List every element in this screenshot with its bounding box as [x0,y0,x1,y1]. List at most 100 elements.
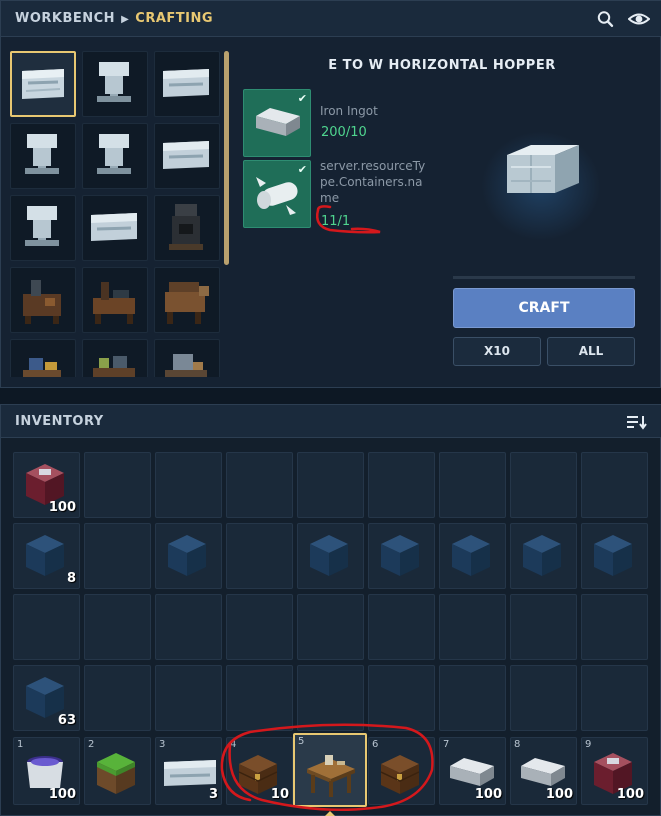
recipe-slot[interactable] [82,267,148,333]
blue-block-icon [452,535,490,576]
inventory-slot[interactable] [84,523,151,589]
inventory-slot[interactable] [13,594,80,660]
recipe-slot[interactable] [154,195,220,261]
hotbar-slot-5[interactable]: 5 [293,733,367,807]
hotbar-slot-6[interactable]: 6 [368,737,435,805]
inventory-slot[interactable] [368,523,435,589]
hopper-horizontal-icon [91,213,137,241]
hotbar-slot-3[interactable]: 3 3 [155,737,222,805]
slot-number: 5 [298,736,305,747]
recipe-slot[interactable] [82,123,148,189]
recipe-slot[interactable] [10,267,76,333]
inventory-slot[interactable] [439,523,506,589]
blue-block-icon [168,535,206,576]
recipe-slot[interactable] [154,339,220,377]
hotbar-slot-9[interactable]: 9 100 [581,737,648,805]
search-icon[interactable] [596,10,616,28]
inventory-slot[interactable] [297,452,364,518]
hotbar-slot-8[interactable]: 8 100 [510,737,577,805]
inventory-slot[interactable]: 63 [13,665,80,731]
inventory-slot[interactable] [155,452,222,518]
hotbar-slot-7[interactable]: 7 100 [439,737,506,805]
inventory-slot[interactable] [226,452,293,518]
inventory-slot[interactable]: 8 [13,523,80,589]
inventory-slot[interactable] [297,523,364,589]
inventory-slot[interactable] [84,594,151,660]
crafting-panel: WORKBENCH ▶ CRAFTING E TO W HORIZONTAL H… [0,0,661,388]
blue-block-icon [381,535,419,576]
breadcrumb-root[interactable]: WORKBENCH [15,11,115,26]
inventory-slot[interactable] [297,665,364,731]
breadcrumb: WORKBENCH ▶ CRAFTING [15,11,213,26]
inventory-slot[interactable] [155,523,222,589]
item-quantity: 100 [474,787,502,802]
hotbar-slot-4[interactable]: 4 10 [226,737,293,805]
recipe-slot[interactable] [82,51,148,117]
recipe-slot[interactable] [154,267,220,333]
inventory-slot[interactable] [510,665,577,731]
breadcrumb-separator-icon: ▶ [121,14,130,25]
recipe-slot[interactable] [10,123,76,189]
inventory-slot[interactable] [581,523,648,589]
inventory-slot[interactable] [368,665,435,731]
item-quantity: 3 [208,787,218,802]
ingredient-slot[interactable]: ✔ [243,89,311,157]
recipe-slot[interactable] [10,51,76,117]
hopper-preview-image [507,145,579,193]
craft-x10-button[interactable]: X10 [453,337,541,366]
hopper-vertical-icon [25,206,59,246]
craft-button[interactable]: CRAFT [453,288,635,328]
inventory-slot[interactable] [510,452,577,518]
eye-icon[interactable] [628,10,650,28]
inventory-slot[interactable]: 100 [13,452,80,518]
inventory-slot[interactable] [581,452,648,518]
inventory-slot[interactable] [226,665,293,731]
item-quantity: 10 [270,787,289,802]
inventory-slot[interactable] [439,665,506,731]
ingredient-name: Iron Ingot [320,104,378,118]
hopper-vertical-icon [97,134,131,174]
recipe-title: E TO W HORIZONTAL HOPPER [328,58,556,73]
inventory-slot[interactable] [581,594,648,660]
inventory-slot[interactable] [368,452,435,518]
inventory-slot[interactable] [368,594,435,660]
craft-all-button[interactable]: ALL [547,337,635,366]
workstation-icon [93,356,135,377]
breadcrumb-current: CRAFTING [135,11,214,26]
ingredient-slot[interactable]: ✔ [243,160,311,228]
workstation-icon [165,282,209,324]
recipe-list-scrollbar[interactable] [224,51,229,265]
blue-block-icon [310,535,348,576]
iron-ingot-icon [521,758,565,786]
crafting-header: WORKBENCH ▶ CRAFTING [1,1,661,37]
crafting-table-icon [307,755,355,797]
hotbar-slot-2[interactable]: 2 [84,737,151,805]
inventory-slot[interactable] [84,665,151,731]
sort-icon[interactable] [626,414,648,430]
recipe-slot[interactable] [82,195,148,261]
grass-block-icon [97,753,135,794]
inventory-slot[interactable] [510,523,577,589]
inventory-slot[interactable] [510,594,577,660]
hopper-horizontal-icon [22,69,64,99]
hotbar-slot-1[interactable]: 1 100 [13,737,80,805]
inventory-slot[interactable] [84,452,151,518]
workstation-icon [23,280,61,324]
item-quantity: 8 [66,571,76,586]
inventory-slot[interactable] [155,665,222,731]
hopper-vertical-icon [97,62,131,102]
inventory-slot[interactable] [439,452,506,518]
inventory-slot[interactable] [439,594,506,660]
inventory-slot[interactable] [297,594,364,660]
blue-block-icon [523,535,561,576]
recipe-slot[interactable] [154,51,220,117]
recipe-slot[interactable] [10,339,76,377]
recipe-slot[interactable] [154,123,220,189]
recipe-slot[interactable] [10,195,76,261]
inventory-slot[interactable] [226,523,293,589]
inventory-slot[interactable] [226,594,293,660]
recipe-slot[interactable] [82,339,148,377]
item-quantity: 100 [48,500,76,515]
inventory-slot[interactable] [155,594,222,660]
inventory-slot[interactable] [581,665,648,731]
